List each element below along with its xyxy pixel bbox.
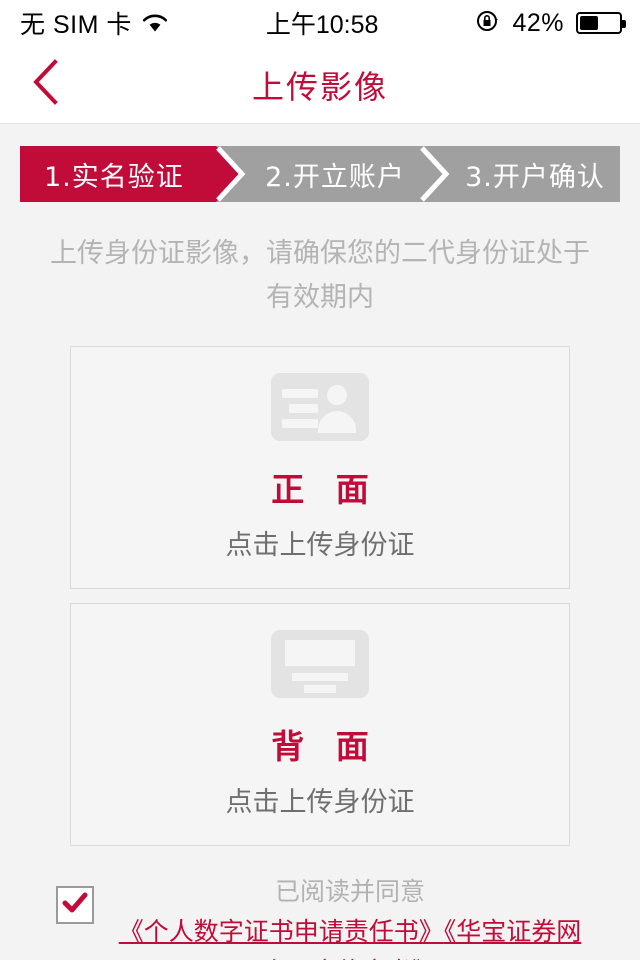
agreement-text: 已阅读并同意《个人数字证书申请责任书》《华宝证券网上开户约定书》 [116,872,584,960]
upload-card-back[interactable]: 背 面 点击上传身份证 [70,603,570,846]
step-item-2[interactable]: 2.开立账户 [216,146,420,202]
back-button[interactable] [18,57,74,113]
upload-card-front-subtitle: 点击上传身份证 [225,530,415,561]
status-bar: 无 SIM 卡 上午10:58 42% [0,0,640,46]
instruction-text: 上传身份证影像，请确保您的二代身份证处于有效期内 [50,238,590,313]
upload-card-list: 正 面 点击上传身份证 背 面 点击上传身份证 [70,346,570,846]
upload-card-back-subtitle: 点击上传身份证 [225,787,415,818]
clock-label: 上午10:58 [265,11,379,39]
battery-percent-label: 42% [512,8,564,37]
wifi-icon [142,13,168,33]
agreement-link-1[interactable]: 《个人数字证书申请责任书》 [119,917,444,946]
battery-icon [575,12,626,34]
step-item-1[interactable]: 1.实名验证 [20,146,244,202]
upload-card-back-title: 背 面 [271,727,379,766]
rotation-lock-icon [476,9,500,38]
carrier-label: 无 SIM 卡 [20,11,132,39]
check-icon [62,892,88,919]
step-indicator: 1.实名验证 2.开立账户 3.开户确认 [0,124,640,202]
agreement-checkbox[interactable] [56,886,94,924]
agreement-row: 已阅读并同意《个人数字证书申请责任书》《华宝证券网上开户约定书》 [56,872,584,960]
back-chevron-icon [29,58,63,111]
upload-card-front[interactable]: 正 面 点击上传身份证 [70,346,570,589]
step-label-2: 2.开立账户 [265,161,405,193]
id-card-back-icon [271,630,369,698]
upload-card-front-title: 正 面 [271,470,379,509]
app-screen: 无 SIM 卡 上午10:58 42% 上传影像 1.实名验证 2.开立账户 3… [0,0,640,960]
id-card-front-icon [271,373,369,441]
step-label-3: 3.开户确认 [465,161,605,193]
step-label-1: 1.实名验证 [44,161,184,193]
step-bar: 1.实名验证 2.开立账户 3.开户确认 [20,146,620,202]
step-item-3[interactable]: 3.开户确认 [420,146,620,202]
status-bar-right: 42% [476,8,626,38]
agreement-prefix: 已阅读并同意 [274,877,425,906]
nav-bar: 上传影像 [0,46,640,124]
status-bar-left: 无 SIM 卡 [20,5,168,41]
page-title: 上传影像 [251,67,388,106]
